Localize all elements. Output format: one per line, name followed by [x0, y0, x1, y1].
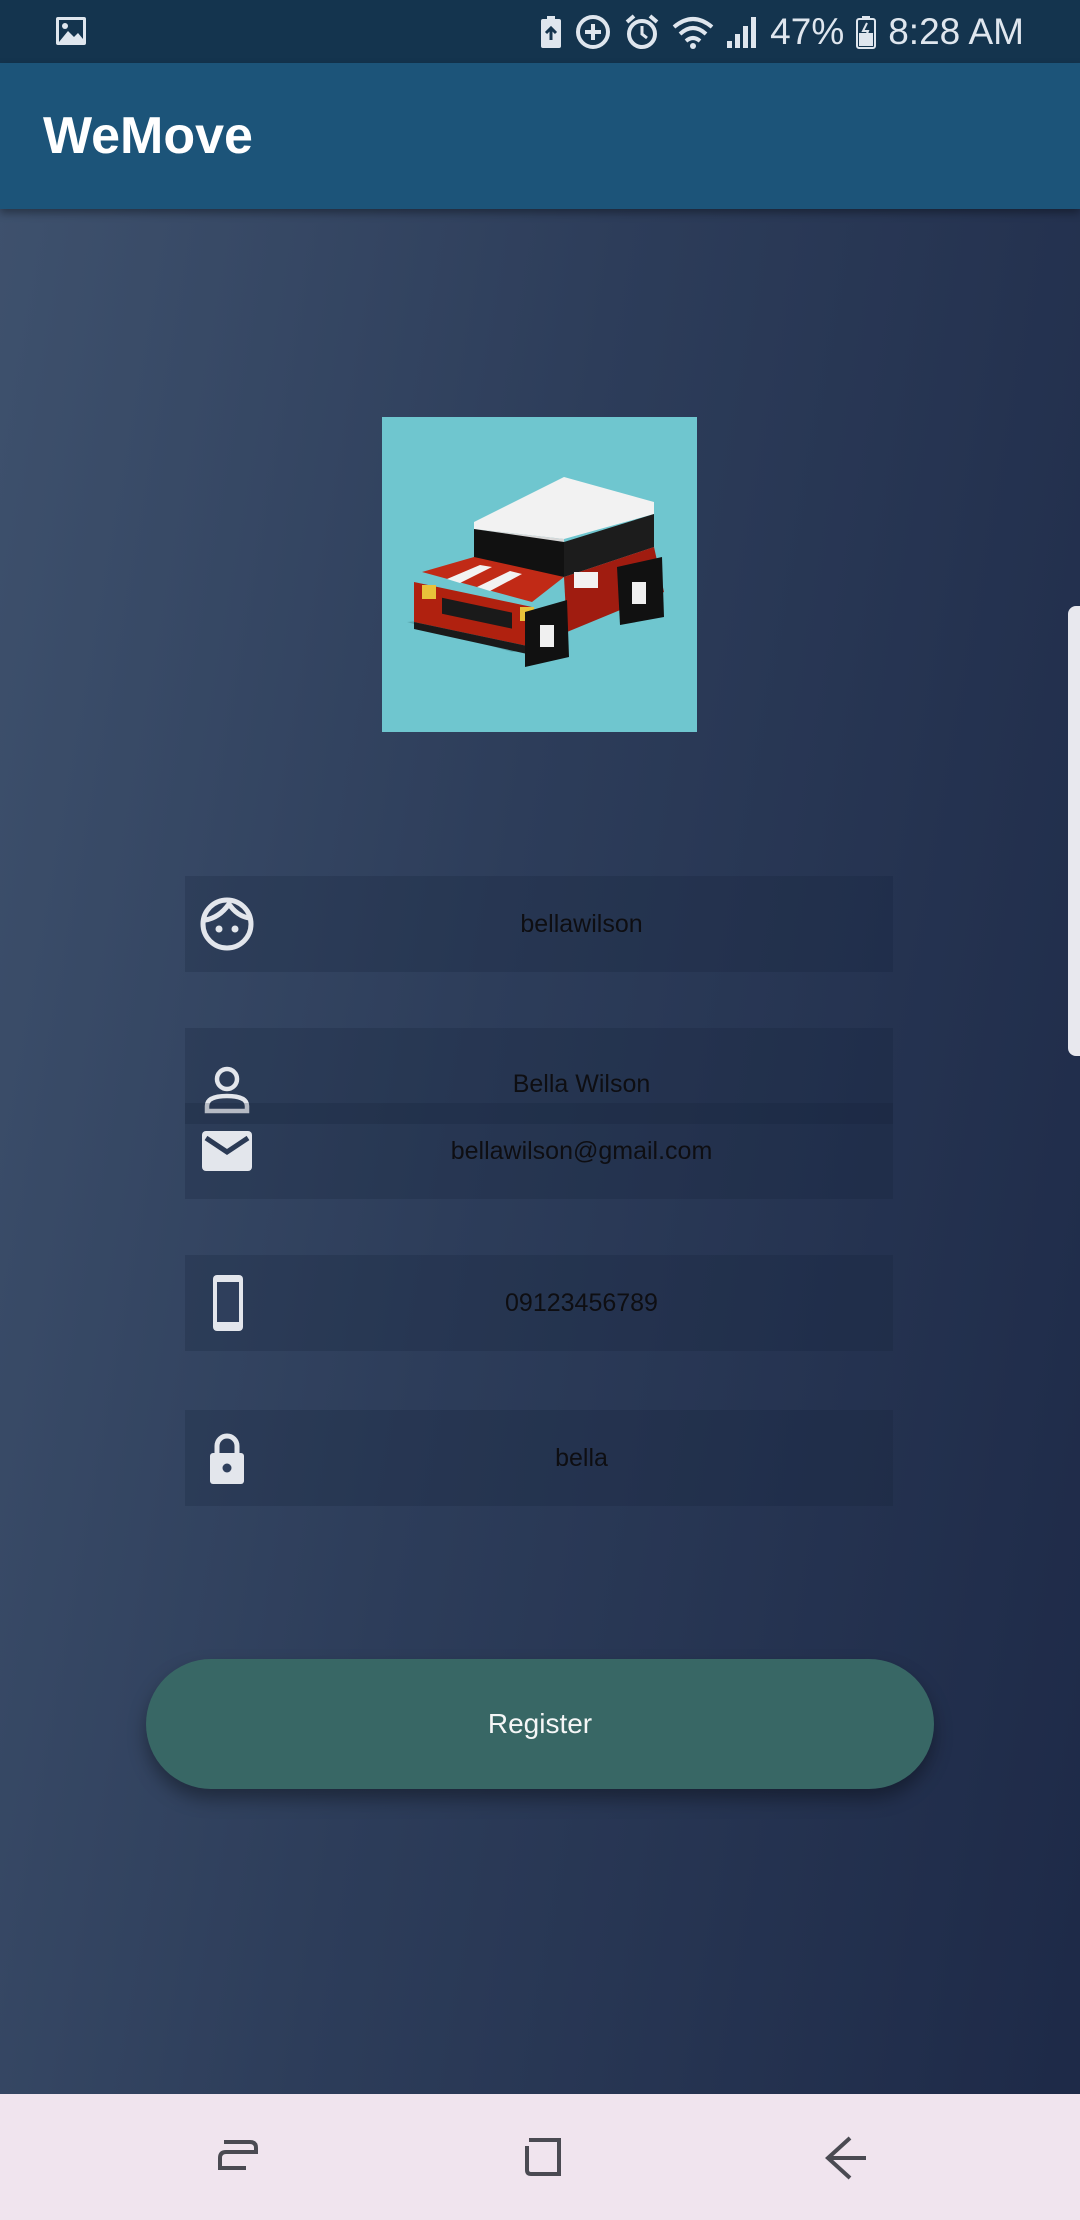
status-bar: 47% 8:28 AM — [0, 0, 1080, 63]
wifi-icon — [672, 16, 714, 49]
home-icon[interactable] — [517, 2132, 569, 2184]
username-value: bellawilson — [520, 909, 643, 938]
status-time: 8:28 AM — [888, 10, 1024, 52]
nav-bar — [0, 2094, 1080, 2220]
battery-saver-icon — [541, 15, 562, 48]
password-field[interactable]: bella — [185, 1410, 893, 1506]
back-icon[interactable] — [820, 2132, 872, 2184]
email-value: bellawilson@gmail.com — [450, 1136, 713, 1165]
email-field[interactable]: bellawilson@gmail.com — [185, 1103, 893, 1199]
battery-icon — [856, 15, 877, 49]
image-icon — [56, 17, 86, 45]
alarm-icon — [625, 13, 659, 49]
app-title: WeMove — [43, 107, 253, 165]
app-bar: WeMove — [0, 63, 1080, 209]
edge-panel-handle[interactable] — [1068, 606, 1080, 1056]
register-button[interactable]: Register — [146, 1659, 934, 1789]
battery-percent: 47% — [770, 10, 845, 52]
car-icon — [407, 477, 664, 667]
password-value: bella — [555, 1443, 608, 1472]
username-field[interactable]: bellawilson — [185, 876, 893, 972]
signal-icon — [727, 16, 757, 48]
phone-value: 09123456789 — [505, 1288, 658, 1317]
car-logo-image — [382, 417, 697, 732]
recents-icon[interactable] — [214, 2132, 266, 2184]
phone-field[interactable]: 09123456789 — [185, 1255, 893, 1351]
data-saver-icon — [576, 14, 611, 49]
